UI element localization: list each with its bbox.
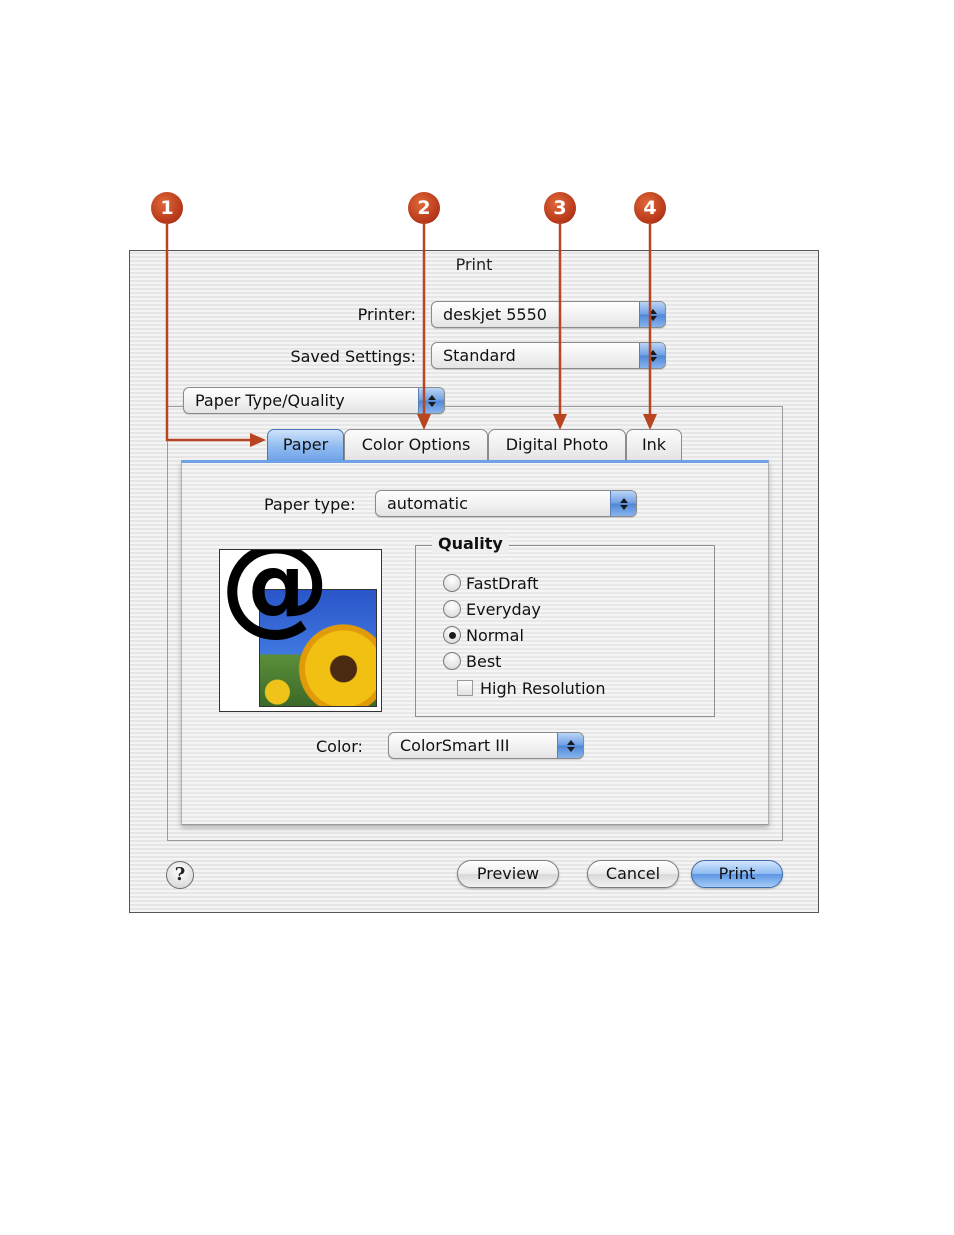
preview-button[interactable]: Preview xyxy=(457,860,559,888)
saved-settings-label: Saved Settings: xyxy=(290,347,416,366)
callout-1: 1 xyxy=(151,192,183,224)
paper-tab-panel: Paper type: automatic @ Quality FastDraf… xyxy=(181,460,769,825)
radio-button-icon xyxy=(443,652,461,670)
tab-color-options[interactable]: Color Options xyxy=(344,429,488,461)
paper-type-value: automatic xyxy=(387,494,468,513)
quality-title: Quality xyxy=(432,534,509,553)
paper-preview-image: @ xyxy=(219,549,382,712)
at-sign-icon: @ xyxy=(220,549,330,647)
updown-arrows-icon xyxy=(418,388,444,413)
quality-best-radio[interactable]: Best xyxy=(443,650,501,672)
tab-ink[interactable]: Ink xyxy=(626,429,682,461)
callout-4: 4 xyxy=(634,192,666,224)
updown-arrows-icon xyxy=(639,343,665,368)
quality-normal-label: Normal xyxy=(466,625,524,645)
quality-group: Quality FastDraft Everyday Normal Best H… xyxy=(415,534,715,717)
updown-arrows-icon xyxy=(639,302,665,327)
print-button[interactable]: Print xyxy=(691,860,783,888)
high-resolution-checkbox[interactable]: High Resolution xyxy=(457,677,605,699)
updown-arrows-icon xyxy=(610,491,636,516)
radio-button-icon xyxy=(443,574,461,592)
callout-2: 2 xyxy=(408,192,440,224)
callout-3: 3 xyxy=(544,192,576,224)
printer-value: deskjet 5550 xyxy=(443,305,547,324)
quality-fastdraft-label: FastDraft xyxy=(466,573,539,593)
color-popup[interactable]: ColorSmart III xyxy=(388,732,584,759)
updown-arrows-icon xyxy=(557,733,583,758)
help-button[interactable]: ? xyxy=(166,861,194,889)
printer-label: Printer: xyxy=(357,305,416,324)
paper-type-popup[interactable]: automatic xyxy=(375,490,637,517)
checkbox-icon xyxy=(457,680,473,696)
print-dialog: Print Printer: deskjet 5550 Saved Settin… xyxy=(129,250,819,913)
paper-type-label: Paper type: xyxy=(264,495,356,514)
printer-popup[interactable]: deskjet 5550 xyxy=(431,301,666,328)
color-label: Color: xyxy=(316,737,363,756)
quality-everyday-label: Everyday xyxy=(466,599,541,619)
high-resolution-label: High Resolution xyxy=(480,678,606,698)
quality-everyday-radio[interactable]: Everyday xyxy=(443,598,541,620)
tab-digital-photo[interactable]: Digital Photo xyxy=(488,429,626,461)
color-value: ColorSmart III xyxy=(400,736,510,755)
panel-menu-popup[interactable]: Paper Type/Quality xyxy=(183,387,445,414)
cancel-button[interactable]: Cancel xyxy=(587,860,679,888)
saved-settings-popup[interactable]: Standard xyxy=(431,342,666,369)
quality-best-label: Best xyxy=(466,651,502,671)
saved-settings-value: Standard xyxy=(443,346,516,365)
panel-menu-value: Paper Type/Quality xyxy=(195,391,345,410)
quality-normal-radio[interactable]: Normal xyxy=(443,624,524,646)
dialog-title: Print xyxy=(455,255,493,274)
radio-button-selected-icon xyxy=(443,626,461,644)
radio-button-icon xyxy=(443,600,461,618)
quality-fastdraft-radio[interactable]: FastDraft xyxy=(443,572,538,594)
tab-paper[interactable]: Paper xyxy=(267,429,344,461)
